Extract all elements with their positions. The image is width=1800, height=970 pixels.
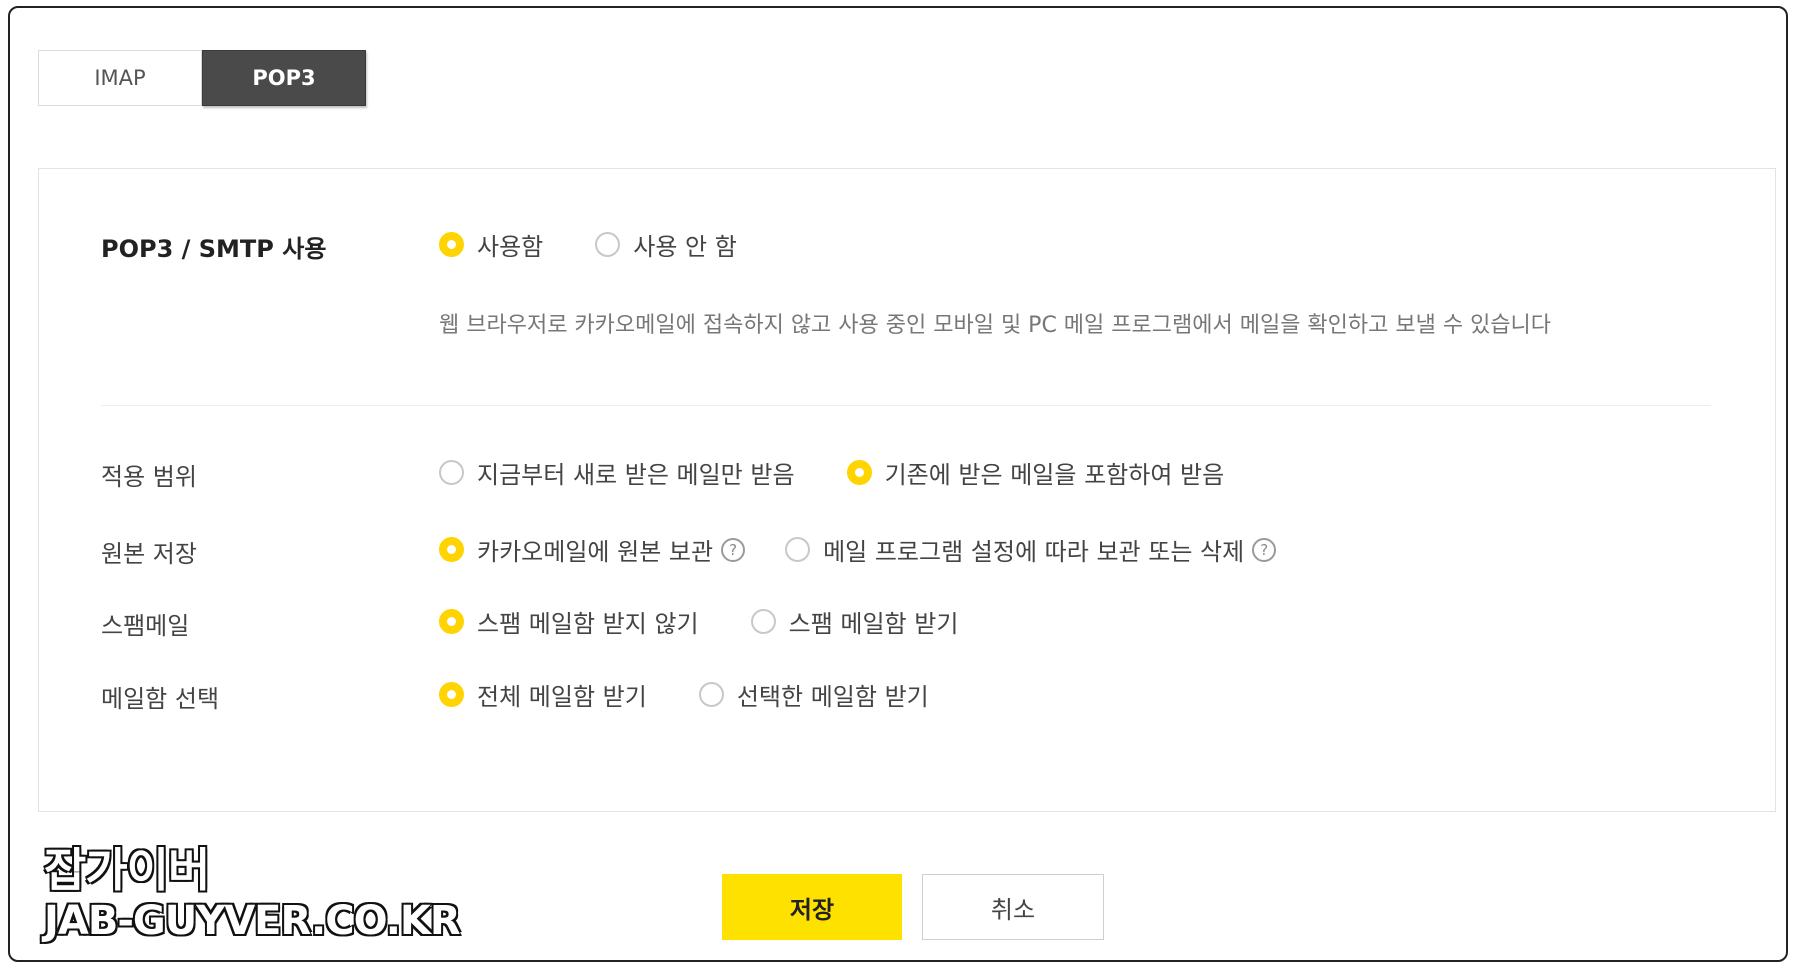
scope-new-only-option[interactable]: 지금부터 새로 받은 메일만 받음: [439, 455, 795, 490]
spam-include-option[interactable]: 스팸 메일함 받기: [750, 604, 959, 639]
radio-selected-icon[interactable]: [439, 537, 464, 562]
mailbox-all-option[interactable]: 전체 메일함 받기: [439, 677, 647, 712]
option-label: 카카오메일에 원본 보관: [477, 538, 714, 566]
option-label: 선택한 메일함 받기: [736, 683, 929, 711]
radio-unselected-icon[interactable]: [595, 232, 621, 257]
original-client-option[interactable]: 메일 프로그램 설정에 따라 보관 또는 삭제 ?: [785, 532, 1277, 567]
radio-selected-icon[interactable]: [439, 232, 464, 257]
option-label: 스팸 메일함 받지 않기: [477, 610, 699, 638]
option-label: 지금부터 새로 받은 메일만 받음: [477, 461, 795, 489]
settings-frame: IMAP POP3 POP3 / SMTP 사용 사용함 사용 안 함 웹 브라…: [8, 6, 1788, 962]
pop3-smtp-options: 사용함 사용 안 함: [439, 227, 789, 262]
spam-label: 스팸메일: [101, 612, 190, 640]
option-label: 스팸 메일함 받기: [788, 610, 959, 638]
protocol-tabs: IMAP POP3: [38, 50, 366, 106]
help-icon[interactable]: ?: [721, 537, 746, 562]
watermark-url: JAB-GUYVER.CO.KR: [43, 897, 462, 945]
spam-options: 스팸 메일함 받지 않기 스팸 메일함 받기: [439, 604, 1010, 639]
tab-imap[interactable]: IMAP: [38, 50, 202, 106]
radio-unselected-icon[interactable]: [439, 460, 464, 485]
scope-include-existing-option[interactable]: 기존에 받은 메일을 포함하여 받음: [846, 455, 1225, 490]
option-label: 사용 안 함: [633, 233, 737, 261]
radio-unselected-icon[interactable]: [785, 537, 811, 562]
original-storage-label: 원본 저장: [101, 540, 197, 568]
radio-selected-icon[interactable]: [439, 609, 464, 634]
pop3-smtp-disable-option[interactable]: 사용 안 함: [595, 227, 737, 262]
option-label: 메일 프로그램 설정에 따라 보관 또는 삭제: [823, 538, 1245, 566]
pop3-smtp-label: POP3 / SMTP 사용: [101, 235, 327, 263]
scope-label: 적용 범위: [101, 463, 197, 491]
option-label: 기존에 받은 메일을 포함하여 받음: [884, 461, 1225, 489]
pop3-smtp-enable-option[interactable]: 사용함: [439, 227, 543, 262]
help-icon[interactable]: ?: [1252, 537, 1277, 562]
option-label: 전체 메일함 받기: [477, 683, 647, 711]
option-label: 사용함: [477, 233, 544, 261]
cancel-button[interactable]: 취소: [922, 874, 1104, 940]
mailbox-selected-option[interactable]: 선택한 메일함 받기: [698, 677, 929, 712]
save-button[interactable]: 저장: [722, 874, 902, 940]
radio-unselected-icon[interactable]: [698, 682, 724, 707]
radio-selected-icon[interactable]: [846, 460, 872, 485]
spam-exclude-option[interactable]: 스팸 메일함 받지 않기: [439, 604, 699, 639]
watermark-title: 잡가이버: [43, 842, 211, 898]
section-divider: [101, 405, 1711, 406]
pop3-smtp-description: 웹 브라우저로 카카오메일에 접속하지 않고 사용 중인 모바일 및 PC 메일…: [439, 313, 1552, 338]
settings-panel: POP3 / SMTP 사용 사용함 사용 안 함 웹 브라우저로 카카오메일에…: [38, 168, 1776, 812]
original-storage-options: 카카오메일에 원본 보관 ? 메일 프로그램 설정에 따라 보관 또는 삭제 ?: [439, 532, 1328, 567]
mailbox-select-options: 전체 메일함 받기 선택한 메일함 받기: [439, 677, 981, 712]
scope-options: 지금부터 새로 받은 메일만 받음 기존에 받은 메일을 포함하여 받음: [439, 455, 1276, 490]
original-keep-option[interactable]: 카카오메일에 원본 보관 ?: [439, 532, 746, 567]
radio-selected-icon[interactable]: [439, 682, 464, 707]
tab-pop3[interactable]: POP3: [202, 50, 366, 106]
radio-unselected-icon[interactable]: [750, 609, 776, 634]
mailbox-select-label: 메일함 선택: [101, 685, 220, 713]
